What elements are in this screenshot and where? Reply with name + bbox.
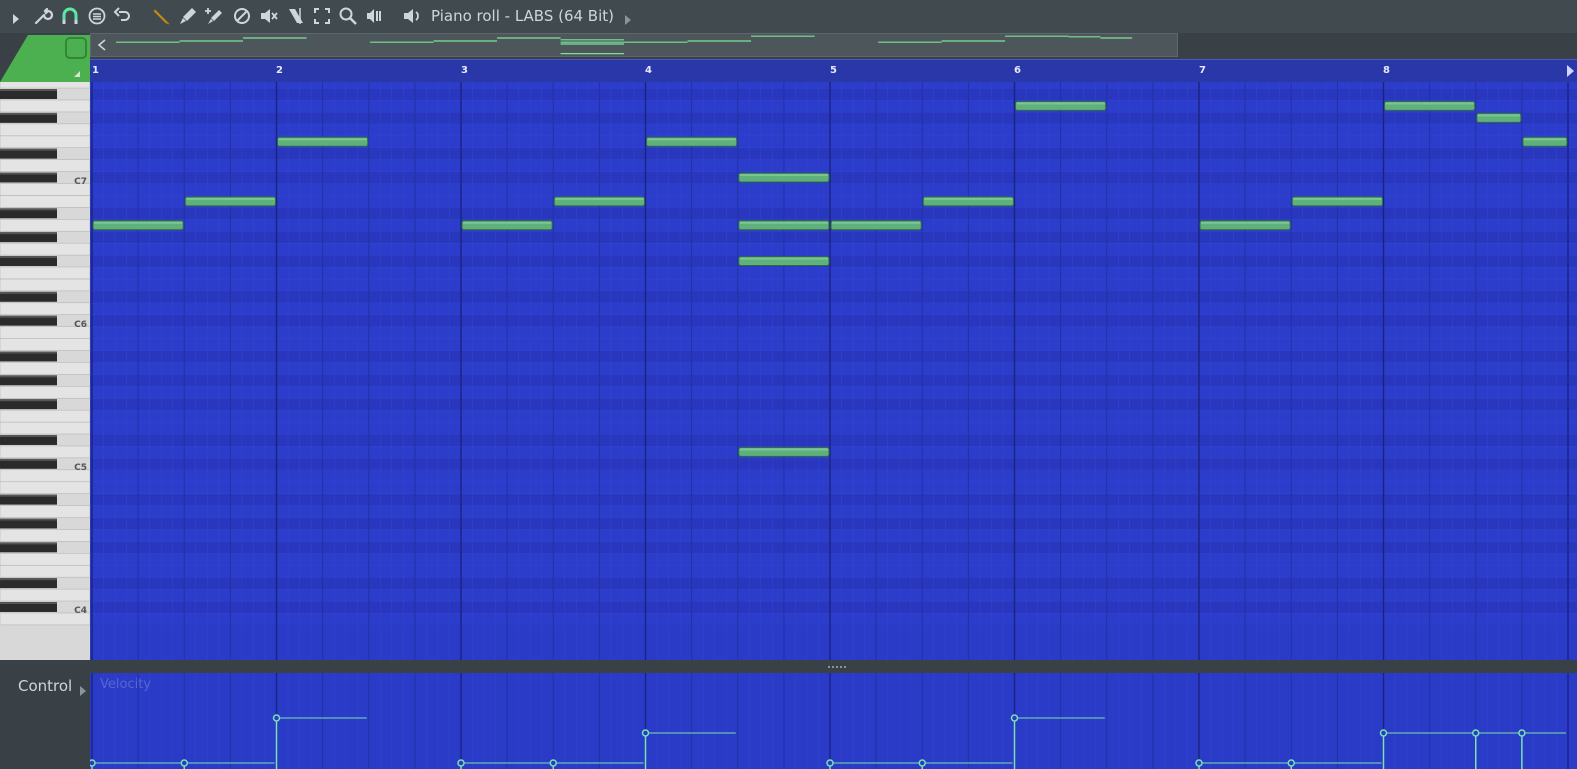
toolbar: Piano roll - LABS (64 Bit): [0, 0, 1577, 34]
undo-icon[interactable]: [112, 5, 134, 27]
velocity-handle[interactable]: [90, 759, 96, 767]
title-arrow-icon[interactable]: [625, 10, 631, 29]
slice-icon[interactable]: [285, 5, 307, 27]
ruler-bar-8: 8: [1383, 65, 1390, 76]
velocity-lane[interactable]: Velocity: [90, 673, 1577, 769]
piano-keyboard[interactable]: C7 C6 C5 C4: [0, 82, 90, 660]
velocity-handle[interactable]: [457, 759, 465, 767]
ruler-bar-1: 1: [92, 65, 99, 76]
velocity-handle[interactable]: [1518, 729, 1526, 737]
speaker-icon[interactable]: [401, 5, 423, 27]
playback-icon[interactable]: [364, 5, 386, 27]
window-title: Piano roll - LABS (64 Bit): [431, 7, 615, 25]
velocity-handle[interactable]: [826, 759, 834, 767]
velocity-handle[interactable]: [641, 729, 650, 737]
velocity-canvas[interactable]: [90, 673, 1577, 769]
velocity-handle[interactable]: [1010, 714, 1019, 722]
control-arrow-icon[interactable]: [80, 681, 86, 700]
piano-keys[interactable]: [0, 82, 90, 660]
velocity-handle[interactable]: [272, 714, 281, 722]
ruler-bar-5: 5: [830, 65, 837, 76]
stamp-icon[interactable]: [86, 5, 108, 27]
velocity-handle[interactable]: [1472, 729, 1480, 737]
ruler-bar-4: 4: [645, 65, 652, 76]
ruler-right-arrow-icon[interactable]: [1565, 60, 1575, 82]
overview-notes: [116, 35, 1133, 55]
paint-brush-icon[interactable]: [177, 5, 199, 27]
overview-strip[interactable]: [90, 33, 1178, 57]
note-grid[interactable]: [90, 82, 1577, 660]
scroll-left-icon[interactable]: [91, 34, 113, 56]
magnet-icon[interactable]: [59, 5, 81, 27]
green-corner: [0, 35, 90, 82]
key-label-c5: C5: [74, 463, 87, 473]
zoom-icon[interactable]: [337, 5, 359, 27]
ruler-bar-7: 7: [1199, 65, 1206, 76]
velocity-handle[interactable]: [549, 759, 557, 767]
velocity-handle[interactable]: [180, 759, 188, 767]
velocity-handle[interactable]: [1195, 759, 1203, 767]
wrench-icon[interactable]: [32, 5, 54, 27]
key-label-c4: C4: [74, 606, 87, 616]
paint-brush-plus-icon[interactable]: [204, 5, 226, 27]
key-label-c7: C7: [74, 177, 87, 187]
mute-icon[interactable]: [258, 5, 280, 27]
key-label-c6: C6: [74, 320, 87, 330]
delete-icon[interactable]: [231, 5, 253, 27]
velocity-label: Velocity: [100, 677, 151, 692]
select-icon[interactable]: [311, 5, 333, 27]
pencil-icon[interactable]: [150, 5, 172, 27]
ruler-bar-3: 3: [461, 65, 468, 76]
ruler-bar-6: 6: [1014, 65, 1021, 76]
velocity-handle[interactable]: [918, 759, 926, 767]
velocity-handle[interactable]: [1287, 759, 1295, 767]
panel-divider[interactable]: [0, 660, 1577, 673]
control-label[interactable]: Control: [18, 677, 72, 695]
velocity-handle[interactable]: [1379, 729, 1388, 737]
resize-grip-icon[interactable]: [828, 665, 848, 669]
menu-arrow-icon[interactable]: [12, 10, 20, 29]
grid-canvas[interactable]: [90, 82, 1577, 660]
time-ruler[interactable]: 1 2 3 4 5 6 7 8: [90, 59, 1577, 82]
ruler-bar-2: 2: [276, 65, 283, 76]
